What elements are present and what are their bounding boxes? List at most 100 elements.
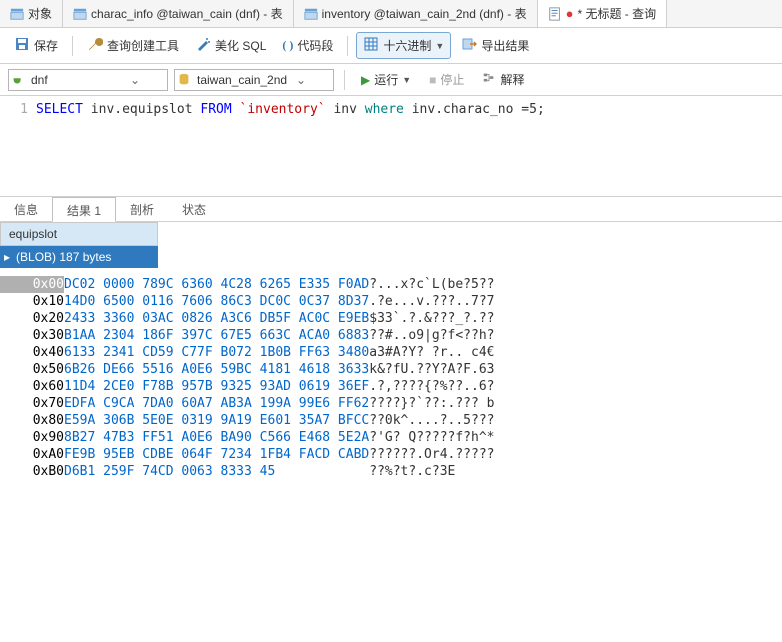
label: 导出结果 <box>481 37 529 54</box>
sql-code[interactable]: SELECT inv.equipslot FROM `inventory` in… <box>36 102 782 190</box>
chevron-down-icon[interactable]: ⌄ <box>293 73 309 87</box>
table-row[interactable]: ▸ (BLOB) 187 bytes <box>0 246 158 268</box>
hex-ascii: ??#..o9|g?f<??h? <box>369 327 494 344</box>
hex-offset: 0x50 <box>0 361 64 378</box>
hex-offset: 0x80 <box>0 412 64 429</box>
hex-offset: 0x70 <box>0 395 64 412</box>
tab-info[interactable]: 信息 <box>0 197 52 221</box>
hex-bytes: 6B26 DE66 5516 A0E6 59BC 4181 4618 3633 <box>64 361 369 378</box>
hex-row[interactable]: 0x80E59A 306B 5E0E 0319 9A19 E601 35A7 B… <box>0 412 494 429</box>
result-tabbar: 信息 结果 1 剖析 状态 <box>0 196 782 222</box>
main-tabbar: 对象 charac_info @taiwan_cain (dnf) - 表 in… <box>0 0 782 28</box>
tab-inventory[interactable]: inventory @taiwan_cain_2nd (dnf) - 表 <box>294 0 538 27</box>
hex-row[interactable]: 0xB0D6B1 259F 74CD 0063 8333 45 ??%?t?.c… <box>0 463 494 480</box>
beautify-button[interactable]: 美化 SQL <box>189 33 272 58</box>
hex-row[interactable]: 0xA0FE9B 95EB CDBE 064F 7234 1FB4 FACD C… <box>0 446 494 463</box>
tab-result-1[interactable]: 结果 1 <box>52 197 116 222</box>
hex-bytes: FE9B 95EB CDBE 064F 7234 1FB4 FACD CABD <box>64 446 369 463</box>
label: 解释 <box>500 71 524 88</box>
hex-bytes: E59A 306B 5E0E 0319 9A19 E601 35A7 BFCC <box>64 412 369 429</box>
table-icon <box>73 7 87 21</box>
hex-bytes: EDFA C9CA 7DA0 60A7 AB3A 199A 99E6 FF62 <box>64 395 369 412</box>
query-builder-button[interactable]: 查询创建工具 <box>81 33 185 58</box>
hex-ascii: ??????.Or4.????? <box>369 446 494 463</box>
stop-button: ■ 停止 <box>423 69 470 90</box>
hex-bytes: 8B27 47B3 FF51 A0E6 BA90 C566 E468 5E2A <box>64 429 369 446</box>
table-icon <box>304 7 318 21</box>
hex-bytes: 14D0 6500 0116 7606 86C3 DC0C 0C37 8D37 <box>64 293 369 310</box>
hex-row[interactable]: 0x70EDFA C9CA 7DA0 60A7 AB3A 199A 99E6 F… <box>0 395 494 412</box>
tab-status[interactable]: 状态 <box>168 197 220 221</box>
hex-ascii: .?,????{?%??..6? <box>369 378 494 395</box>
label: 运行 <box>374 71 398 88</box>
hex-row[interactable]: 0x202433 3360 03AC 0826 A3C6 DB5F AC0C E… <box>0 310 494 327</box>
hex-row[interactable]: 0x00DC02 0000 789C 6360 4C28 6265 E335 F… <box>0 276 494 293</box>
hex-offset: 0x00 <box>0 276 64 293</box>
hex-offset: 0x20 <box>0 310 64 327</box>
tab-untitled-query[interactable]: ● * 无标题 - 查询 <box>538 0 668 27</box>
connection-dropdown[interactable]: dnf ⌄ <box>8 69 168 91</box>
database-dropdown[interactable]: taiwan_cain_2nd ⌄ <box>174 69 334 91</box>
query-icon <box>548 7 562 21</box>
hex-ascii: .?e...v.???..7?7 <box>369 293 494 310</box>
export-button[interactable]: 导出结果 <box>455 33 535 58</box>
column-header[interactable]: equipslot <box>0 222 158 246</box>
hex-viewer: 0x00DC02 0000 789C 6360 4C28 6265 E335 F… <box>0 268 782 488</box>
chevron-down-icon: ▼ <box>435 41 444 51</box>
hex-bytes: B1AA 2304 186F 397C 67E5 663C ACA0 6883 <box>64 327 369 344</box>
wand-icon <box>195 36 211 55</box>
hex-ascii: ??%?t?.c?3E <box>369 463 494 480</box>
tab-charac-info[interactable]: charac_info @taiwan_cain (dnf) - 表 <box>63 0 294 27</box>
hex-ascii: ????}?`??:.??? b <box>369 395 494 412</box>
explain-icon <box>482 71 496 88</box>
label: 代码段 <box>297 37 333 54</box>
tab-label: * 无标题 - 查询 <box>577 5 656 22</box>
snippet-button[interactable]: ( ) 代码段 <box>276 34 339 57</box>
modified-dot-icon: ● <box>566 6 574 21</box>
chevron-down-icon[interactable]: ▼ <box>402 75 411 85</box>
hex-row[interactable]: 0x6011D4 2CE0 F78B 957B 9325 93AD 0619 3… <box>0 378 494 395</box>
table-icon <box>10 7 24 21</box>
hex-ascii: $33`.?.&???_?.?? <box>369 310 494 327</box>
line-gutter: 1 <box>0 102 36 190</box>
tab-label: inventory @taiwan_cain_2nd (dnf) - 表 <box>322 5 527 22</box>
value: dnf <box>27 73 127 87</box>
hex-row[interactable]: 0x506B26 DE66 5516 A0E6 59BC 4181 4618 3… <box>0 361 494 378</box>
hex-bytes: D6B1 259F 74CD 0063 8333 45 <box>64 463 369 480</box>
run-button[interactable]: ▶ 运行 ▼ <box>355 69 417 90</box>
export-icon <box>461 36 477 55</box>
label: 保存 <box>34 37 58 54</box>
chevron-down-icon[interactable]: ⌄ <box>127 73 143 87</box>
hex-row[interactable]: 0x30B1AA 2304 186F 397C 67E5 663C ACA0 6… <box>0 327 494 344</box>
brackets-icon: ( ) <box>282 38 293 53</box>
tab-profile[interactable]: 剖析 <box>116 197 168 221</box>
hex-bytes: 2433 3360 03AC 0826 A3C6 DB5F AC0C E9EB <box>64 310 369 327</box>
hex-bytes: DC02 0000 789C 6360 4C28 6265 E335 F0AD <box>64 276 369 293</box>
sql-editor[interactable]: 1 SELECT inv.equipslot FROM `inventory` … <box>0 96 782 196</box>
toolbar: 保存 查询创建工具 美化 SQL ( ) 代码段 十六进制 ▼ 导出结果 <box>0 28 782 64</box>
value: taiwan_cain_2nd <box>193 73 293 87</box>
hex-ascii: a3#A?Y? ?r.. c4€ <box>369 344 494 361</box>
tab-objects[interactable]: 对象 <box>0 0 63 27</box>
hex-row[interactable]: 0x1014D0 6500 0116 7606 86C3 DC0C 0C37 8… <box>0 293 494 310</box>
row-indicator-icon: ▸ <box>4 250 10 264</box>
hex-bytes: 6133 2341 CD59 C77F B072 1B0B FF63 3480 <box>64 344 369 361</box>
label: 停止 <box>440 71 464 88</box>
connection-bar: dnf ⌄ taiwan_cain_2nd ⌄ ▶ 运行 ▼ ■ 停止 解释 <box>0 64 782 96</box>
save-icon <box>14 36 30 55</box>
hex-bytes: 11D4 2CE0 F78B 957B 9325 93AD 0619 36EF <box>64 378 369 395</box>
separator <box>72 36 73 56</box>
hex-row[interactable]: 0x908B27 47B3 FF51 A0E6 BA90 C566 E468 5… <box>0 429 494 446</box>
hex-ascii: ??0k^....?..5??? <box>369 412 494 429</box>
separator <box>347 36 348 56</box>
play-icon: ▶ <box>361 73 370 87</box>
explain-button[interactable]: 解释 <box>476 69 530 90</box>
hex-button[interactable]: 十六进制 ▼ <box>356 32 451 59</box>
hex-row[interactable]: 0x406133 2341 CD59 C77F B072 1B0B FF63 3… <box>0 344 494 361</box>
hex-offset: 0xB0 <box>0 463 64 480</box>
save-button[interactable]: 保存 <box>8 33 64 58</box>
hex-offset: 0x60 <box>0 378 64 395</box>
label: 十六进制 <box>383 37 431 54</box>
label: 查询创建工具 <box>107 37 179 54</box>
tab-label: 对象 <box>28 5 52 22</box>
